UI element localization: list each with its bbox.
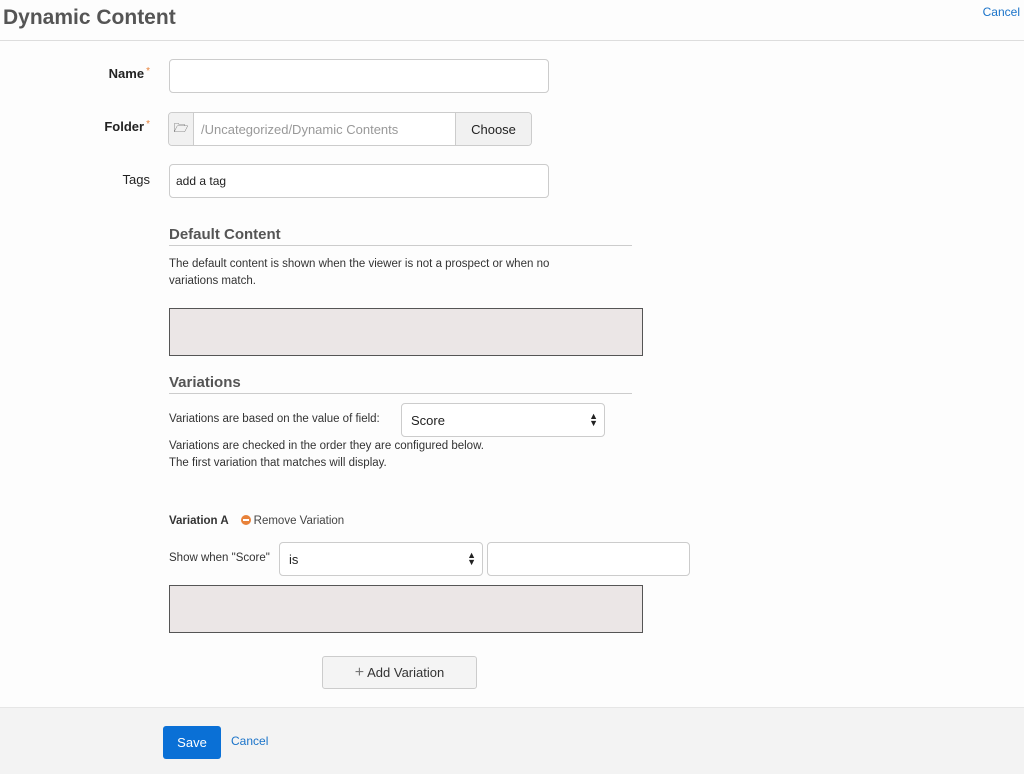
operator-select[interactable]: is ▲ ▼ — [279, 542, 483, 576]
variations-info: Variations are checked in the order they… — [169, 440, 484, 469]
variation-item: Variation A Remove Variation — [169, 513, 344, 530]
variations-heading: Variations — [169, 374, 632, 394]
folder-path: /Uncategorized/Dynamic Contents — [201, 121, 399, 137]
footer-bar — [0, 707, 1024, 774]
tags-label: Tags — [122, 172, 150, 187]
page-title: Dynamic Content — [3, 6, 176, 29]
tags-input[interactable]: add a tag — [169, 164, 549, 198]
save-button[interactable]: Save — [163, 726, 221, 759]
select-arrows-icon: ▲ ▼ — [467, 550, 476, 567]
select-arrows-icon: ▲ ▼ — [589, 411, 598, 428]
variation-content-editor[interactable] — [169, 585, 643, 633]
default-content-description: The default content is shown when the vi… — [169, 258, 550, 287]
condition-value-input[interactable] — [487, 542, 690, 576]
add-variation-button[interactable]: + Add Variation — [322, 656, 477, 689]
condition-label: Show when "Score" — [169, 552, 270, 564]
plus-icon: + — [354, 663, 365, 681]
header-divider — [0, 40, 1024, 41]
name-label: Name * — [108, 66, 150, 81]
name-input[interactable] — [169, 59, 549, 93]
cancel-link[interactable]: Cancel — [231, 734, 268, 748]
variations-field-label: Variations are based on the value of fie… — [169, 413, 380, 425]
choose-folder-button[interactable]: Choose — [455, 113, 531, 145]
folder-open-icon: 🗁 — [169, 113, 194, 145]
folder-picker: 🗁 /Uncategorized/Dynamic Contents Choose — [168, 112, 532, 146]
remove-variation-link[interactable]: Remove Variation — [240, 515, 344, 527]
remove-icon — [240, 515, 251, 525]
variation-field-select[interactable]: Score ▲ ▼ — [401, 403, 605, 437]
default-content-editor[interactable] — [169, 308, 643, 356]
default-content-heading: Default Content — [169, 226, 632, 246]
folder-label: Folder * — [104, 119, 150, 134]
header-cancel-link[interactable]: Cancel — [983, 5, 1020, 19]
variation-title: Variation A — [169, 515, 229, 527]
